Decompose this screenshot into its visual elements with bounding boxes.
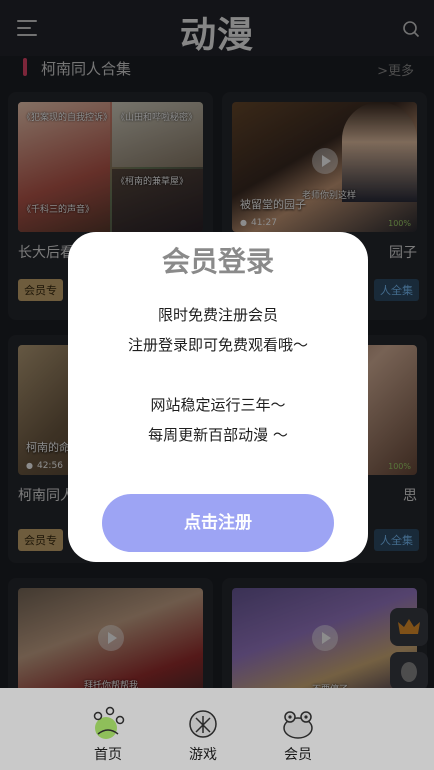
tab-label: 游戏 (189, 747, 217, 763)
register-button[interactable]: 点击注册 (102, 494, 334, 552)
frog-face-icon (283, 711, 313, 739)
modal-text-line: 每周更新百部动漫 ～ (148, 426, 288, 444)
modal-text-line: 网站稳定运行三年～ (150, 396, 286, 414)
tab-vip[interactable]: 会员 (258, 688, 338, 770)
login-modal: 会员登录 限时免费注册会员 注册登录即可免费观看哦～ 网站稳定运行三年～ 每周更… (68, 232, 368, 562)
tab-label: 首页 (94, 747, 122, 763)
tab-label: 会员 (284, 747, 312, 763)
frog-hand-icon (93, 706, 125, 739)
bottom-tab-bar: 首页 游戏 会员 (0, 688, 434, 770)
tab-home[interactable]: 首页 (68, 688, 148, 770)
modal-title: 会员登录 (161, 245, 274, 278)
game-icon (189, 710, 217, 738)
modal-text-line: 注册登录即可免费观看哦～ (127, 336, 308, 354)
modal-text-line: 限时免费注册会员 (157, 306, 278, 324)
tab-games[interactable]: 游戏 (163, 688, 243, 770)
